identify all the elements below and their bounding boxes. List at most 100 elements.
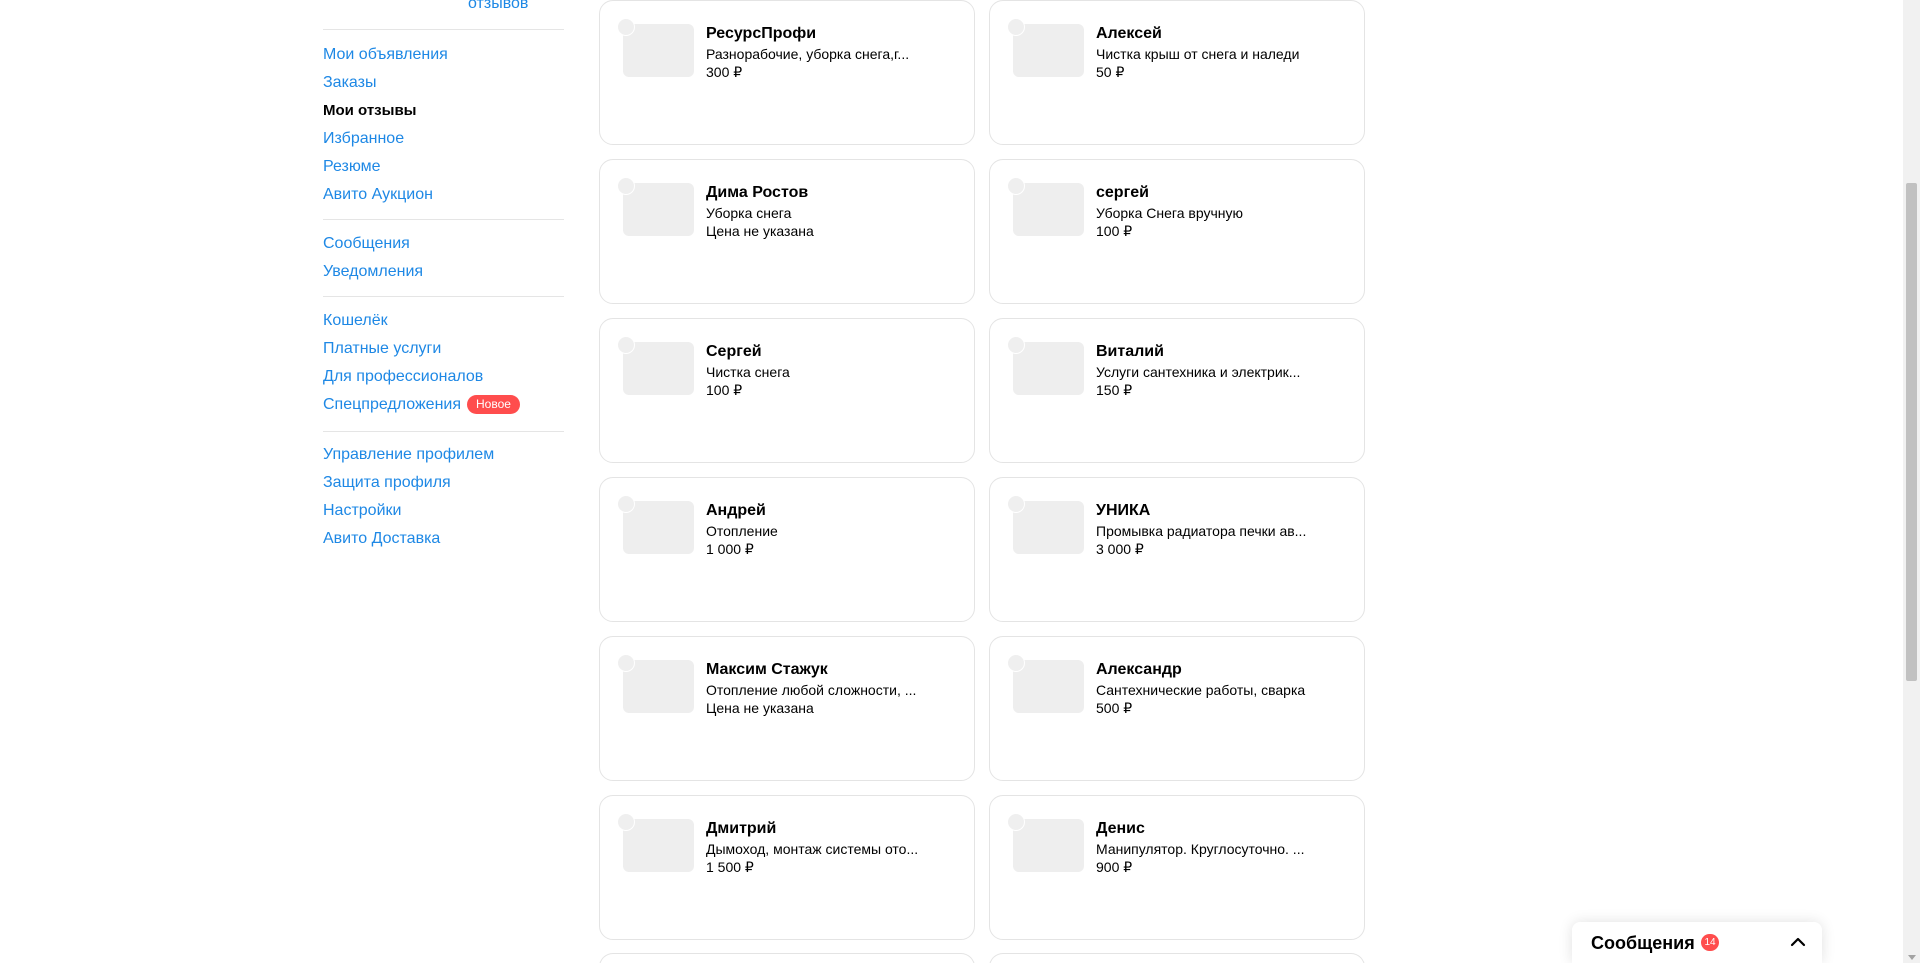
avatar xyxy=(1007,18,1025,36)
sidebar-item-messages[interactable]: Сообщения xyxy=(323,230,564,258)
card-name: Максим Стажук xyxy=(706,661,828,678)
card-name: Андрей xyxy=(706,502,766,519)
card-price: 100 ₽ xyxy=(1096,223,1133,239)
card-name: Дима Ростов xyxy=(706,184,809,201)
card-name: Дмитрий xyxy=(706,820,777,837)
sidebar-group-finance: Кошелёк Платные услуги Для профессионало… xyxy=(323,307,564,419)
sidebar-divider xyxy=(323,296,564,297)
sidebar-item-label: Спецпредложения xyxy=(323,396,461,413)
sidebar-item-settings[interactable]: Настройки xyxy=(323,497,564,525)
review-card[interactable]: УНИКА Промывка радиатора печки ав... 3 000… xyxy=(989,477,1365,622)
review-card[interactable]: Дмитрий Дымоход, монтаж системы ото... 1 5… xyxy=(599,795,975,940)
review-card-partial[interactable] xyxy=(599,953,975,963)
card-description: Промывка радиатора печки ав... xyxy=(1096,523,1307,539)
card-description: Уборка снега xyxy=(706,205,792,221)
card-thumbnail xyxy=(1013,819,1084,872)
card-price: 300 ₽ xyxy=(706,64,743,80)
card-thumbnail xyxy=(623,342,694,395)
card-thumbnail xyxy=(623,24,694,77)
card-description: Дымоход, монтаж системы ото... xyxy=(706,841,919,857)
review-card[interactable]: Алексей Чистка крыш от снега и наледи 50 ₽ xyxy=(989,0,1365,145)
sidebar-item-wallet[interactable]: Кошелёк xyxy=(323,307,564,335)
sidebar-group-main: Мои объявления Заказы Мои отзывы Избранн… xyxy=(323,41,564,209)
review-card-partial[interactable] xyxy=(989,953,1365,963)
page: отзывов Мои объявления Заказы Мои отзывы… xyxy=(0,0,1920,963)
sidebar-item-special-offers[interactable]: Спецпредложения Новое xyxy=(323,391,564,419)
card-thumbnail xyxy=(1013,501,1084,554)
card-description: Отопление любой сложности, ... xyxy=(706,682,917,698)
card-name: УНИКА xyxy=(1096,502,1151,519)
sidebar-item-for-pros[interactable]: Для профессионалов xyxy=(323,363,564,391)
scrollbar[interactable] xyxy=(1903,0,1920,963)
sidebar-item-notifications[interactable]: Уведомления xyxy=(323,258,564,286)
card-description: Чистка крыш от снега и наледи xyxy=(1096,46,1300,62)
messages-widget-title: Сообщения xyxy=(1591,933,1695,953)
card-description: Манипулятор. Круглосуточно. ... xyxy=(1096,841,1305,857)
card-name: РесурсПрофи xyxy=(706,25,817,42)
sidebar-item-profile-management[interactable]: Управление профилем xyxy=(323,441,564,469)
new-badge: Новое xyxy=(467,395,520,414)
sidebar-item-my-ads[interactable]: Мои объявления xyxy=(323,41,564,69)
card-description: Чистка снега xyxy=(706,364,790,380)
avatar xyxy=(617,495,635,513)
review-card[interactable]: Максим Стажук Отопление любой сложности, … xyxy=(599,636,975,781)
sidebar-item-resume[interactable]: Резюме xyxy=(323,153,564,181)
avatar xyxy=(1007,336,1025,354)
card-description: Услуги сантехника и электрик... xyxy=(1096,364,1301,380)
card-thumbnail xyxy=(623,183,694,236)
avatar xyxy=(1007,495,1025,513)
card-price: 1 000 ₽ xyxy=(706,541,754,557)
card-price: 50 ₽ xyxy=(1096,64,1125,80)
card-thumbnail xyxy=(1013,183,1084,236)
card-price: 100 ₽ xyxy=(706,382,743,398)
card-name: Алексей xyxy=(1096,25,1162,42)
chevron-up-icon[interactable] xyxy=(1788,932,1808,952)
card-price: 1 500 ₽ xyxy=(706,859,754,875)
card-name: Виталий xyxy=(1096,343,1164,360)
card-name: Александр xyxy=(1096,661,1182,678)
messages-count-badge: 14 xyxy=(1701,934,1719,951)
review-card[interactable]: Дима Ростов Уборка снега Цена не указана xyxy=(599,159,975,304)
review-card[interactable]: Денис Манипулятор. Круглосуточно. ... 900 … xyxy=(989,795,1365,940)
messages-widget[interactable]: Сообщения 14 xyxy=(1572,922,1822,963)
review-card[interactable]: сергей Уборка Снега вручную 100 ₽ xyxy=(989,159,1365,304)
card-thumbnail xyxy=(1013,660,1084,713)
avatar xyxy=(617,813,635,831)
avatar xyxy=(1007,813,1025,831)
review-card[interactable]: Виталий Услуги сантехника и электрик... 15… xyxy=(989,318,1365,463)
card-price: 500 ₽ xyxy=(1096,700,1133,716)
card-name: Денис xyxy=(1096,820,1145,837)
card-thumbnail xyxy=(623,819,694,872)
scrollbar-thumb[interactable] xyxy=(1906,183,1917,681)
card-price: 150 ₽ xyxy=(1096,382,1133,398)
review-card[interactable]: Александр Сантехнические работы, сварка 50… xyxy=(989,636,1365,781)
sidebar-item-my-reviews[interactable]: Мои отзывы xyxy=(323,97,564,125)
sidebar-item-favorites[interactable]: Избранное xyxy=(323,125,564,153)
avatar xyxy=(617,336,635,354)
card-price: 900 ₽ xyxy=(1096,859,1133,875)
sidebar-item-profile-protection[interactable]: Защита профиля xyxy=(323,469,564,497)
review-card[interactable]: Андрей Отопление 1 000 ₽ xyxy=(599,477,975,622)
sidebar-divider xyxy=(323,29,564,30)
sidebar-group-communication: Сообщения Уведомления xyxy=(323,230,564,286)
card-name: Сергей xyxy=(706,343,762,360)
card-thumbnail xyxy=(623,660,694,713)
card-description: Отопление xyxy=(706,523,778,539)
sidebar-item-delivery[interactable]: Авито Доставка xyxy=(323,525,564,553)
sidebar-divider xyxy=(323,219,564,220)
reviews-count-link[interactable]: отзывов xyxy=(468,0,528,13)
card-name: сергей xyxy=(1096,184,1149,201)
avatar xyxy=(617,654,635,672)
scroll-down-arrow[interactable] xyxy=(1908,955,1916,960)
avatar xyxy=(1007,654,1025,672)
card-thumbnail xyxy=(1013,342,1084,395)
sidebar-item-paid-services[interactable]: Платные услуги xyxy=(323,335,564,363)
avatar xyxy=(617,177,635,195)
sidebar-item-auction[interactable]: Авито Аукцион xyxy=(323,181,564,209)
review-card[interactable]: РесурсПрофи Разнорабочие, уборка снега,г.… xyxy=(599,0,975,145)
avatar xyxy=(617,18,635,36)
sidebar-item-orders[interactable]: Заказы xyxy=(323,69,564,97)
review-card[interactable]: Сергей Чистка снега 100 ₽ xyxy=(599,318,975,463)
sidebar-divider xyxy=(323,431,564,432)
sidebar-group-profile: Управление профилем Защита профиля Настр… xyxy=(323,441,564,553)
